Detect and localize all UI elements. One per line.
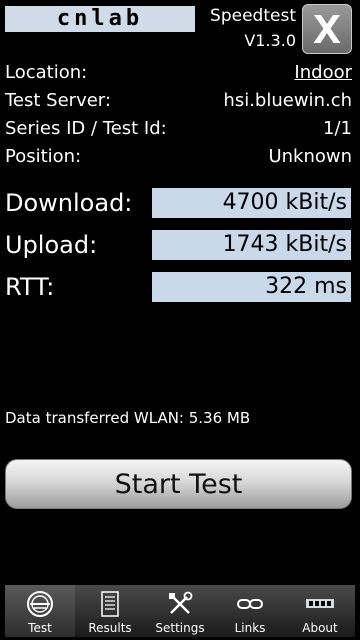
tab-about-label: About (302, 621, 338, 635)
test-server-label: Test Server: (5, 89, 111, 111)
test-server-value: hsi.bluewin.ch (223, 89, 352, 111)
upload-value: 1743 kBit/s (152, 230, 351, 260)
app-title: Speedtest (210, 6, 296, 26)
download-row: Download: 4700 kBit/s (5, 187, 352, 219)
cnlab-logo: cnlab (5, 6, 195, 32)
tab-about[interactable]: About (285, 585, 355, 637)
location-value-link[interactable]: Indoor (294, 62, 352, 83)
data-transferred-text: Data transferred WLAN: 5.36 MB (5, 409, 251, 427)
tools-icon (165, 589, 195, 619)
upload-row: Upload: 1743 kBit/s (5, 229, 352, 261)
download-value: 4700 kBit/s (152, 188, 351, 218)
tab-results[interactable]: Results (75, 585, 145, 637)
bottom-tab-bar: Test Results Settings Links About (5, 585, 355, 637)
location-row: Location: Indoor (5, 59, 352, 85)
start-test-button[interactable]: Start Test (5, 459, 352, 509)
series-id-value: 1/1 (323, 117, 352, 139)
chain-link-icon (235, 589, 265, 619)
cnlab-logo-icon (305, 589, 335, 619)
close-button[interactable] (302, 4, 352, 54)
rtt-value: 322 ms (152, 272, 351, 302)
tab-links[interactable]: Links (215, 585, 285, 637)
document-icon (95, 589, 125, 619)
position-value: Unknown (268, 145, 352, 167)
position-label: Position: (5, 145, 82, 167)
close-icon (313, 15, 341, 43)
tab-links-label: Links (234, 621, 266, 635)
logo-text: cnlab (56, 6, 144, 31)
speedometer-icon (25, 589, 55, 619)
tab-settings[interactable]: Settings (145, 585, 215, 637)
position-row: Position: Unknown (5, 143, 352, 169)
download-label: Download: (5, 189, 133, 217)
tab-results-label: Results (88, 621, 132, 635)
series-id-row: Series ID / Test Id: 1/1 (5, 115, 352, 141)
series-id-label: Series ID / Test Id: (5, 117, 167, 139)
app-version: V1.3.0 (244, 31, 296, 50)
tab-settings-label: Settings (155, 621, 205, 635)
tab-test-label: Test (28, 621, 52, 635)
rtt-label: RTT: (5, 273, 55, 301)
upload-label: Upload: (5, 231, 98, 259)
rtt-row: RTT: 322 ms (5, 271, 352, 303)
test-server-row: Test Server: hsi.bluewin.ch (5, 87, 352, 113)
location-label: Location: (5, 61, 88, 83)
tab-test[interactable]: Test (5, 585, 75, 637)
